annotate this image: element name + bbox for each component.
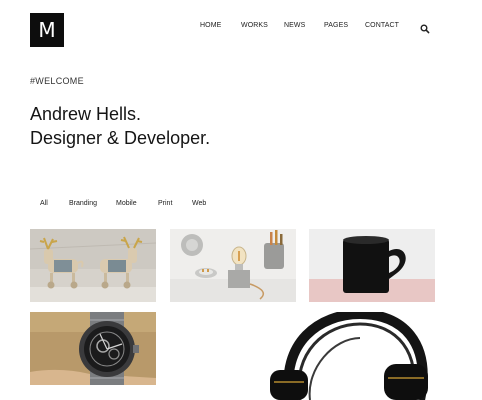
hero-title-line-2: Designer & Developer.	[30, 128, 211, 148]
watch-image	[30, 312, 156, 385]
nav-item-pages[interactable]: PAGES	[324, 22, 348, 29]
portfolio-item-watch[interactable]	[30, 312, 156, 385]
portfolio-item-lamp-set[interactable]	[170, 229, 296, 302]
nav-item-contact[interactable]: CONTACT	[365, 22, 399, 29]
nav-item-news[interactable]: NEWS	[284, 22, 305, 29]
site-logo[interactable]: M	[30, 13, 64, 47]
reindeer-toys-image	[30, 229, 156, 302]
filter-branding[interactable]: Branding	[69, 200, 97, 207]
mug-image	[309, 229, 435, 302]
filter-mobile[interactable]: Mobile	[116, 200, 137, 207]
hero-title-line-1: Andrew Hells.	[30, 104, 142, 124]
portfolio-item-headphones[interactable]	[170, 312, 435, 400]
filter-all[interactable]: All	[40, 200, 48, 207]
filter-print[interactable]: Print	[158, 200, 172, 207]
filter-web[interactable]: Web	[192, 200, 206, 207]
headphones-image	[170, 312, 435, 400]
nav-item-works[interactable]: WORKS	[241, 22, 268, 29]
nav-item-home[interactable]: HOME	[200, 22, 221, 29]
welcome-tag: #WELCOME	[30, 76, 84, 86]
search-icon[interactable]	[420, 21, 430, 34]
portfolio-item-reindeer-toys[interactable]	[30, 229, 156, 302]
portfolio-item-mug[interactable]	[309, 229, 435, 302]
site-header: M HOME WORKS NEWS PAGES CONTACT	[0, 0, 482, 60]
lamp-set-image	[170, 229, 296, 302]
hero-title: Andrew Hells. Designer & Developer.	[30, 102, 210, 150]
